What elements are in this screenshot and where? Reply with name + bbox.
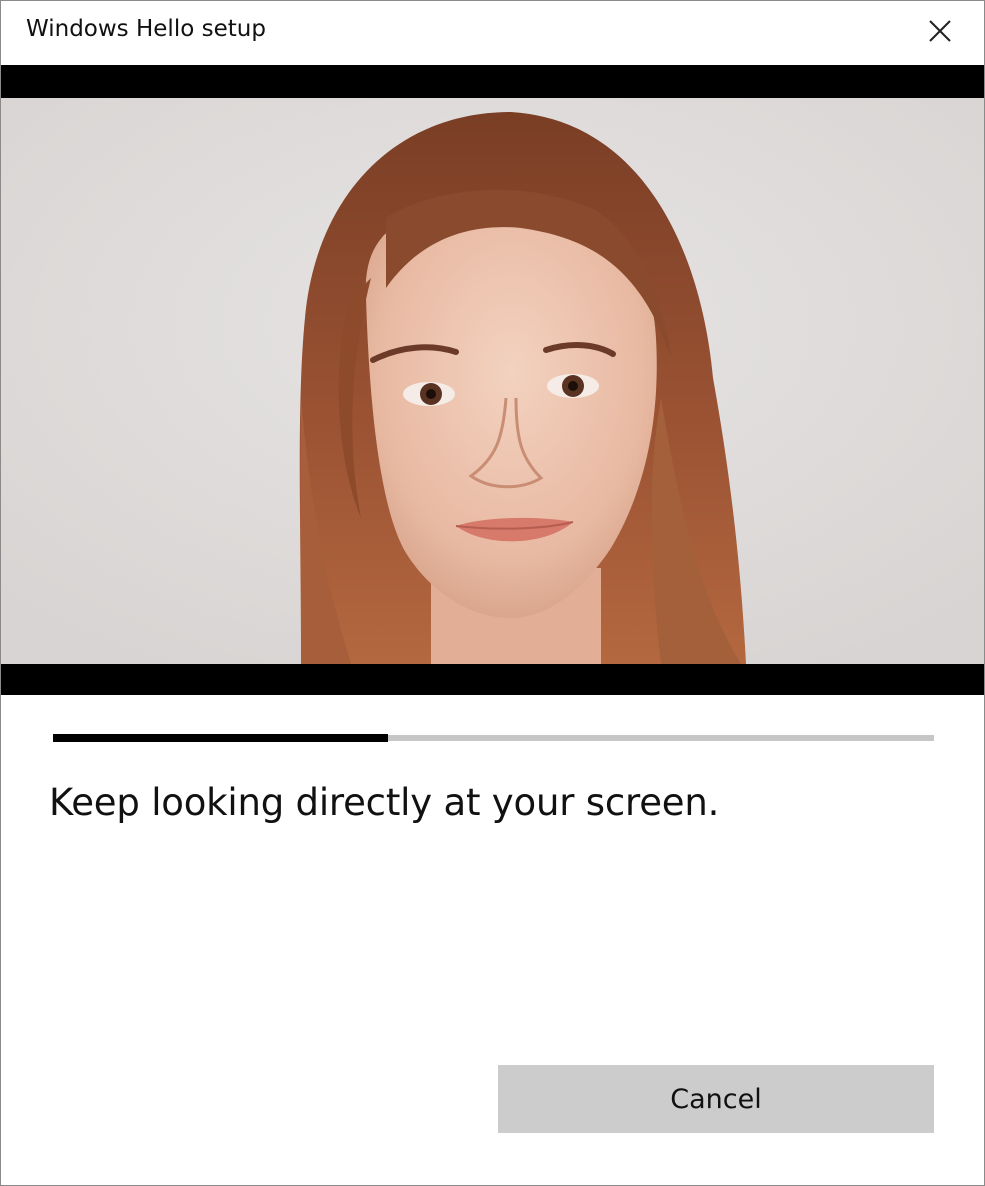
enrollment-progress (53, 734, 934, 742)
instruction-text: Keep looking directly at your screen. (49, 781, 720, 824)
cancel-button[interactable]: Cancel (498, 1065, 934, 1133)
camera-preview (1, 65, 984, 695)
face-preview (1, 98, 984, 664)
window-title: Windows Hello setup (26, 16, 266, 42)
dialog-window: Windows Hello setup Keep looking directl… (0, 0, 985, 1186)
progress-fill (53, 734, 388, 742)
close-button[interactable] (918, 11, 962, 51)
camera-feed (1, 98, 984, 664)
close-icon (929, 20, 951, 42)
title-bar: Windows Hello setup (1, 1, 984, 65)
